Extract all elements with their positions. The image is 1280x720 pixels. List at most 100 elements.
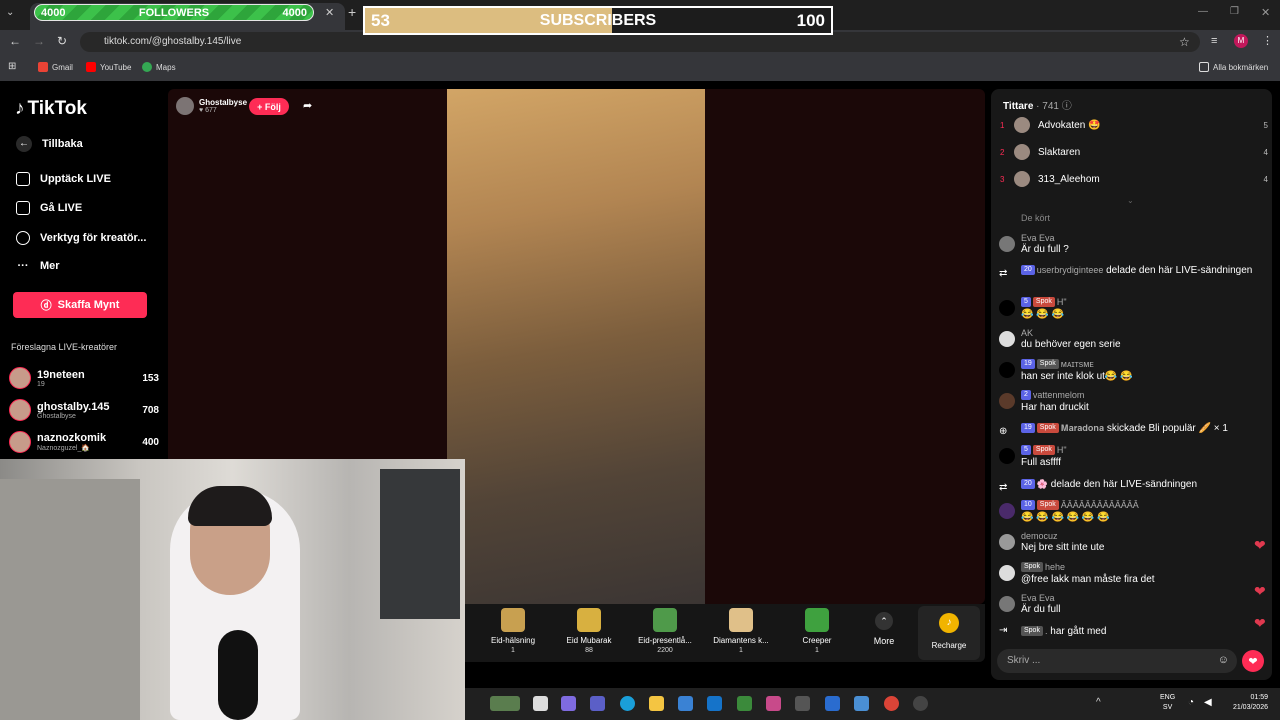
chat-message: Spok hehe @free lakk man måste fira det ❤ bbox=[999, 561, 1266, 598]
mail-icon[interactable] bbox=[707, 696, 722, 711]
bookmarks-bar: ⊞ Gmail YouTube Maps Alla bokmärken bbox=[0, 54, 1280, 81]
avatar bbox=[999, 503, 1015, 519]
tiktok-note-icon: ♪ bbox=[15, 98, 25, 119]
subscribers-right: 100 bbox=[796, 10, 825, 30]
collapse-chevron-icon[interactable]: ⌄ bbox=[1127, 196, 1134, 205]
info-icon: ⓘ bbox=[1061, 101, 1072, 112]
teams-icon[interactable] bbox=[590, 696, 605, 711]
follow-button[interactable]: + Följ bbox=[249, 98, 289, 115]
avatar bbox=[1014, 144, 1030, 160]
gift-item[interactable]: Eid-hälsning 1 bbox=[475, 608, 551, 654]
url-field[interactable]: tiktok.com/@ghostalby.145/live bbox=[80, 32, 1200, 52]
back-arrow-icon[interactable]: ← bbox=[9, 34, 21, 48]
security-icon[interactable] bbox=[737, 696, 752, 711]
chat-message: ⇥ Spok. har gått med bbox=[999, 625, 1264, 641]
store-icon[interactable] bbox=[678, 696, 693, 711]
avatar bbox=[999, 596, 1015, 612]
subscribers-label: SUBSCRIBERS bbox=[539, 11, 657, 29]
all-bookmarks[interactable]: Alla bokmärken bbox=[1199, 62, 1268, 72]
profile-avatar[interactable]: M bbox=[1234, 34, 1248, 48]
nav-go-live[interactable]: Gå LIVE bbox=[16, 201, 82, 215]
avatar bbox=[999, 393, 1015, 409]
play-icon bbox=[16, 231, 30, 245]
language-indicator[interactable]: ENG SV bbox=[1160, 693, 1175, 713]
emoji-icon[interactable]: ☺ bbox=[1218, 654, 1229, 666]
join-icon: ⇥ bbox=[999, 625, 1008, 636]
app2-icon[interactable] bbox=[825, 696, 840, 711]
chat-input[interactable]: Skriv ... ☺ bbox=[997, 649, 1237, 673]
reload-icon[interactable]: ↻ bbox=[57, 34, 67, 48]
nav-creator-tools[interactable]: Verktyg för kreatör... bbox=[16, 231, 146, 245]
host-likes: ♥ 677 bbox=[199, 107, 217, 114]
app-icon[interactable] bbox=[795, 696, 810, 711]
app3-icon[interactable] bbox=[854, 696, 869, 711]
bookmark-gmail[interactable]: Gmail bbox=[38, 62, 73, 72]
get-coins-button[interactable]: ⓓ Skaffa Mynt bbox=[13, 292, 147, 318]
minimize-icon[interactable]: — bbox=[1198, 6, 1208, 17]
close-tab-icon[interactable]: ✕ bbox=[325, 6, 334, 19]
tab-search-icon[interactable]: ⌄ bbox=[6, 7, 14, 18]
bookmark-star-icon[interactable]: ☆ bbox=[1179, 35, 1190, 49]
task-view-icon[interactable] bbox=[533, 696, 548, 711]
chat-message: AK du behöver egen serie bbox=[999, 327, 1264, 351]
chat-message: democuz Nej bre sitt inte ute ❤ bbox=[999, 530, 1266, 554]
avatar bbox=[999, 448, 1015, 464]
nav-more[interactable]: ··· Mer bbox=[16, 260, 60, 272]
back-button[interactable]: ← Tillbaka bbox=[16, 136, 83, 152]
top-viewer-item[interactable]: 2 Slaktaren 4 bbox=[1000, 144, 1268, 160]
maximize-icon[interactable]: ❐ bbox=[1230, 6, 1239, 17]
host-name: Ghostalbyse bbox=[199, 98, 248, 107]
heart-send-button[interactable]: ❤ bbox=[1242, 650, 1264, 672]
share-icon[interactable]: ➦ bbox=[303, 99, 312, 112]
chevron-up-icon: ⌃ bbox=[875, 612, 893, 630]
clock[interactable]: 01:59 21/03/2026 bbox=[1222, 693, 1268, 713]
live-video[interactable] bbox=[447, 89, 705, 604]
microphone bbox=[218, 630, 258, 720]
tray-chevron-icon[interactable]: ^ bbox=[1096, 697, 1101, 708]
more-gifts-button[interactable]: ⌃ More bbox=[862, 612, 906, 646]
forward-arrow-icon[interactable]: → bbox=[33, 34, 45, 48]
apps-grid-icon[interactable]: ⊞ bbox=[8, 61, 16, 72]
widget-icon[interactable] bbox=[490, 696, 520, 711]
top-viewer-item[interactable]: 3 313_Aleehom 4 bbox=[1000, 171, 1268, 187]
reading-list-icon[interactable]: ≡ bbox=[1211, 35, 1217, 47]
bookmark-maps[interactable]: Maps bbox=[142, 62, 176, 72]
gift-item[interactable]: Diamantens k... 1 bbox=[703, 608, 779, 654]
sofa bbox=[0, 479, 140, 720]
creator-item[interactable]: naznozkomik Naznozguzel_🏠 400 bbox=[9, 431, 159, 453]
avatar bbox=[9, 431, 31, 453]
copilot-icon[interactable] bbox=[561, 696, 576, 711]
bookmark-youtube[interactable]: YouTube bbox=[86, 62, 131, 72]
chat-message: ⇄ 20 🌸 delade den här LIVE-sändningen bbox=[999, 478, 1264, 498]
window-close-icon[interactable]: ✕ bbox=[1261, 6, 1270, 19]
browser-menu-icon[interactable]: ⋮ bbox=[1262, 34, 1273, 47]
avatar bbox=[999, 534, 1015, 550]
m365-icon[interactable] bbox=[766, 696, 781, 711]
nav-discover-live[interactable]: Upptäck LIVE bbox=[16, 172, 111, 186]
gift-icon bbox=[501, 608, 525, 632]
gift-item[interactable]: Creeper 1 bbox=[779, 608, 855, 654]
streamer-hair bbox=[188, 486, 272, 526]
tv bbox=[380, 469, 460, 619]
volume-icon[interactable]: ◀ bbox=[1204, 697, 1212, 708]
edge-icon[interactable] bbox=[620, 696, 635, 711]
wifi-icon[interactable]: ◔ bbox=[1188, 697, 1194, 708]
obs-icon[interactable] bbox=[913, 696, 928, 711]
explorer-icon[interactable] bbox=[649, 696, 664, 711]
tiktok-logo[interactable]: ♪ TikTok bbox=[15, 98, 87, 120]
gift-icon bbox=[577, 608, 601, 632]
recharge-button[interactable]: ♪ Recharge bbox=[918, 606, 980, 660]
chat-message: ⊕ 19 Spok 𝐌𝐚𝐫𝐚𝐝𝐨𝐧𝐚 skickade Bli populär 🥖 ×… bbox=[999, 422, 1264, 442]
viewers-title[interactable]: Tittare · 741 ⓘ bbox=[1003, 97, 1072, 112]
creator-item[interactable]: ghostalby.145 Ghostalbyse 708 bbox=[9, 399, 159, 421]
chrome-icon[interactable] bbox=[884, 696, 899, 711]
gift-item[interactable]: Eid Mubarak 88 bbox=[551, 608, 627, 654]
avatar bbox=[9, 367, 31, 389]
back-icon: ← bbox=[16, 136, 32, 152]
top-viewer-item[interactable]: 1 Advokaten 🤩 5 bbox=[1000, 117, 1268, 133]
host-info[interactable]: Ghostalbyse ♥ 677 bbox=[176, 97, 247, 115]
gift-item[interactable]: Eid-presentlå... 2200 bbox=[627, 608, 703, 654]
new-tab-icon[interactable]: + bbox=[348, 4, 356, 20]
creator-item[interactable]: 19neteen 19 153 bbox=[9, 367, 159, 389]
chat-truncated-line: De kört bbox=[1021, 213, 1051, 223]
